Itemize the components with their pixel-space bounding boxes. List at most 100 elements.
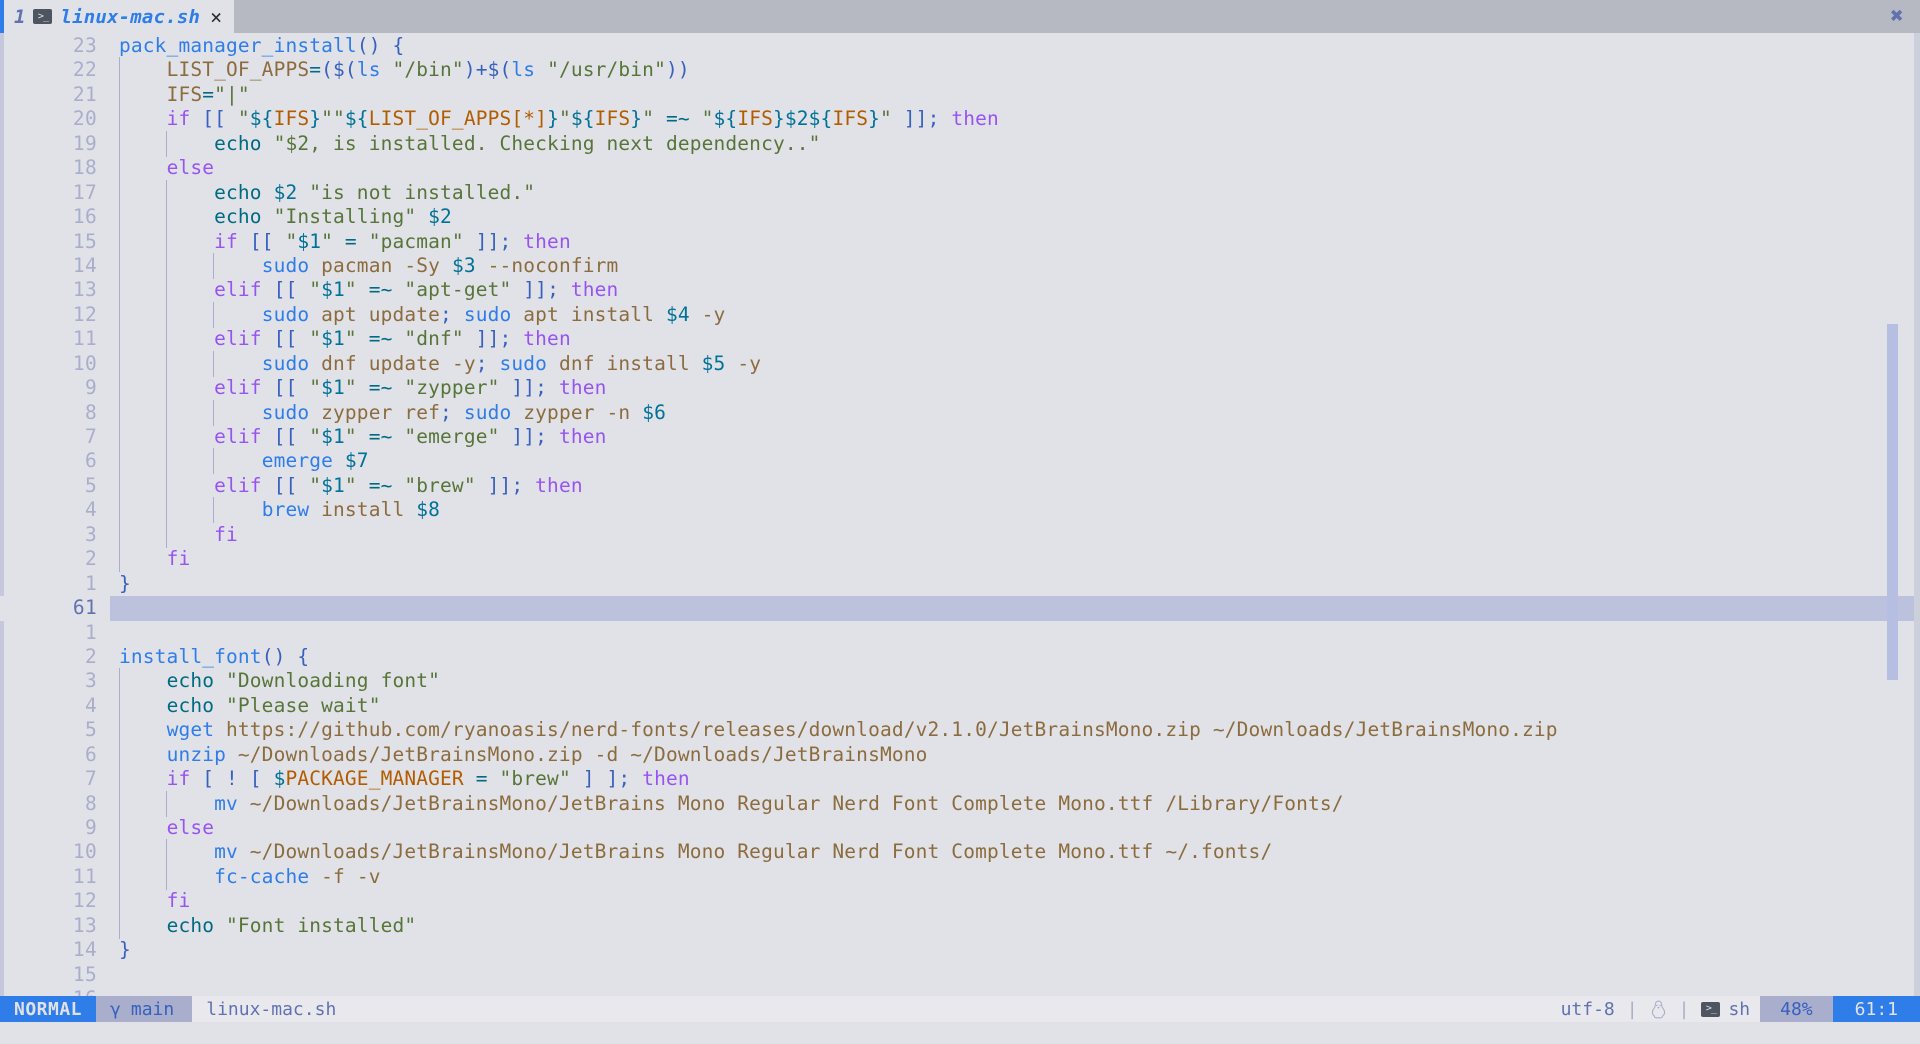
close-icon[interactable]: × — [210, 7, 222, 27]
code-line[interactable]: 12 sudo apt update; sudo apt install $4 … — [0, 301, 1920, 328]
code-line-text[interactable]: elif [[ "$1" =~ "emerge" ]]; then — [110, 424, 1920, 450]
status-filetype[interactable]: >_ sh — [1691, 996, 1760, 1022]
code-line-text[interactable]: if [[ "$1" = "pacman" ]]; then — [110, 228, 1920, 255]
code-line[interactable]: 20 if [[ "${IFS}""${LIST_OF_APPS[*]}"${I… — [0, 106, 1920, 133]
close-window-button[interactable]: ✖ — [1874, 0, 1920, 33]
code-line-text[interactable]: if [[ "${IFS}""${LIST_OF_APPS[*]}"${IFS}… — [110, 106, 1920, 133]
code-line-text[interactable]: elif [[ "$1" =~ "zypper" ]]; then — [110, 375, 1920, 402]
code-line[interactable]: 23 pack_manager_install() { — [0, 34, 1920, 58]
code-line-text[interactable]: elif [[ "$1" =~ "brew" ]]; then — [110, 472, 1920, 499]
vertical-scrollbar[interactable] — [1887, 33, 1898, 996]
code-line[interactable]: 6 unzip ~/Downloads/JetBrainsMono.zip -d… — [0, 741, 1920, 768]
line-number: 19 — [72, 131, 97, 155]
code-line[interactable]: 2 fi — [0, 546, 1920, 573]
code-line-text[interactable]: fi — [110, 521, 1920, 548]
code-line-text[interactable]: elif [[ "$1" =~ "apt-get" ]]; then — [110, 277, 1920, 304]
code-line-text[interactable]: if [ ! [ $PACKAGE_MANAGER = "brew" ] ]; … — [110, 766, 1920, 793]
code-line[interactable]: 15 — [0, 963, 1920, 987]
code-line-text[interactable]: IFS="|" — [110, 81, 1920, 108]
code-line-text[interactable]: mv ~/Downloads/JetBrainsMono/JetBrains M… — [110, 839, 1920, 866]
code-line[interactable]: 5 wget https://github.com/ryanoasis/nerd… — [0, 717, 1920, 744]
code-buffer[interactable]: 23 pack_manager_install() {22 LIST_OF_APP… — [0, 33, 1920, 996]
code-line[interactable]: 9 elif [[ "$1" =~ "zypper" ]]; then — [0, 375, 1920, 402]
code-line-text[interactable]: echo $2 "is not installed." — [110, 179, 1920, 206]
code-line[interactable]: 3 echo "Downloading font" — [0, 668, 1920, 695]
code-token: [ — [202, 767, 215, 791]
line-number: 15 — [72, 962, 97, 986]
indent-guide — [212, 252, 214, 279]
code-line-text[interactable]: fi — [110, 888, 1920, 915]
code-line[interactable]: 17 echo $2 "is not installed." — [0, 179, 1920, 206]
code-line[interactable]: 4 echo "Please wait" — [0, 692, 1920, 719]
code-line[interactable]: 9 else — [0, 815, 1920, 841]
code-line[interactable]: 13 echo "Font installed" — [0, 912, 1920, 939]
status-encoding[interactable]: utf-8 — [1551, 996, 1625, 1022]
code-line[interactable]: 16 — [0, 987, 1920, 996]
code-token: -f — [321, 864, 345, 888]
code-line-text[interactable]: elif [[ "$1" =~ "dnf" ]]; then — [110, 326, 1920, 353]
code-line[interactable]: 14} — [0, 938, 1920, 962]
code-line-text[interactable]: echo "$2, is installed. Checking next de… — [110, 130, 1920, 157]
code-line[interactable]: 1} — [0, 572, 1920, 596]
code-line-text[interactable]: echo "Downloading font" — [110, 668, 1920, 695]
code-line[interactable]: 10 sudo dnf update -y; sudo dnf install … — [0, 350, 1920, 377]
code-token: =~ — [368, 278, 393, 302]
code-line-text[interactable]: sudo pacman -Sy $3 --noconfirm — [110, 252, 1920, 279]
indent-guide — [165, 472, 167, 499]
code-line-text[interactable]: } — [110, 938, 1920, 962]
code-line-text[interactable]: emerge $7 — [110, 448, 1920, 475]
code-line[interactable]: 18 else — [0, 155, 1920, 182]
status-git-branch[interactable]: γ main — [96, 996, 193, 1022]
code-line[interactable]: 19 echo "$2, is installed. Checking next… — [0, 130, 1920, 157]
code-line[interactable]: 10 mv ~/Downloads/JetBrainsMono/JetBrain… — [0, 839, 1920, 866]
code-line-text[interactable]: echo "Font installed" — [110, 912, 1920, 939]
code-line[interactable]: 12 fi — [0, 888, 1920, 915]
code-line[interactable]: 14 sudo pacman -Sy $3 --noconfirm — [0, 252, 1920, 279]
code-line[interactable]: 7 if [ ! [ $PACKAGE_MANAGER = "brew" ] ]… — [0, 766, 1920, 793]
code-line-text[interactable]: echo "Installing" $2 — [110, 204, 1920, 231]
editor-viewport[interactable]: 23 pack_manager_install() {22 LIST_OF_APP… — [0, 33, 1920, 996]
scrollbar-thumb[interactable] — [1887, 324, 1898, 680]
code-line[interactable]: 5 elif [[ "$1" =~ "brew" ]]; then — [0, 472, 1920, 499]
code-line[interactable]: 1 — [0, 621, 1920, 645]
editor-right-edge — [1914, 33, 1920, 996]
code-line[interactable]: 7 elif [[ "$1" =~ "emerge" ]]; then — [0, 424, 1920, 450]
code-line[interactable]: 8 mv ~/Downloads/JetBrainsMono/JetBrains… — [0, 790, 1920, 817]
code-line-text[interactable]: sudo dnf update -y; sudo dnf install $5 … — [110, 350, 1920, 377]
code-line[interactable]: 11 elif [[ "$1" =~ "dnf" ]]; then — [0, 326, 1920, 353]
code-line-text[interactable]: unzip ~/Downloads/JetBrainsMono.zip -d ~… — [110, 741, 1920, 768]
code-line-text[interactable]: } — [110, 572, 1920, 596]
code-line[interactable]: 22 LIST_OF_APPS=($(ls "/bin")+$(ls "/usr… — [0, 57, 1920, 84]
tab-linux-mac-sh[interactable]: 1 >_ linux-mac.sh × — [0, 0, 235, 33]
code-line-text[interactable]: brew install $8 — [110, 497, 1920, 524]
code-line-text[interactable]: else — [110, 815, 1920, 841]
code-line-text[interactable]: mv ~/Downloads/JetBrainsMono/JetBrains M… — [110, 790, 1920, 817]
code-line-text[interactable]: sudo apt update; sudo apt install $4 -y — [110, 301, 1920, 328]
code-line-text[interactable]: LIST_OF_APPS=($(ls "/bin")+$(ls "/usr/bi… — [110, 57, 1920, 84]
code-line-text[interactable]: echo "Please wait" — [110, 692, 1920, 719]
code-line[interactable]: 16 echo "Installing" $2 — [0, 204, 1920, 231]
code-token: sudo — [261, 400, 310, 424]
code-line-current[interactable]: 61 — [0, 596, 1920, 621]
code-token: ; — [535, 376, 559, 400]
code-line[interactable]: 6 emerge $7 — [0, 448, 1920, 475]
code-line[interactable]: 3 fi — [0, 521, 1920, 548]
code-line[interactable]: 13 elif [[ "$1" =~ "apt-get" ]]; then — [0, 277, 1920, 304]
code-line-text[interactable]: pack_manager_install() { — [110, 34, 1920, 58]
code-line-text[interactable]: else — [110, 155, 1920, 182]
line-number: 10 — [72, 351, 97, 375]
code-line-text[interactable]: sudo zypper ref; sudo zypper -n $6 — [110, 399, 1920, 426]
code-line-text[interactable]: fc-cache -f -v — [110, 863, 1920, 890]
code-line-text[interactable]: fi — [110, 546, 1920, 573]
code-line[interactable]: 11 fc-cache -f -v — [0, 863, 1920, 890]
code-line[interactable]: 2 install_font() { — [0, 645, 1920, 669]
code-line[interactable]: 15 if [[ "$1" = "pacman" ]]; then — [0, 228, 1920, 255]
code-line-text[interactable]: wget https://github.com/ryanoasis/nerd-f… — [110, 717, 1920, 744]
code-line[interactable]: 8 sudo zypper ref; sudo zypper -n $6 — [0, 399, 1920, 426]
code-line[interactable]: 21 IFS="|" — [0, 81, 1920, 108]
code-line[interactable]: 4 brew install $8 — [0, 497, 1920, 524]
code-line-text[interactable]: install_font() { — [110, 645, 1920, 669]
code-token: pacman — [321, 253, 393, 277]
